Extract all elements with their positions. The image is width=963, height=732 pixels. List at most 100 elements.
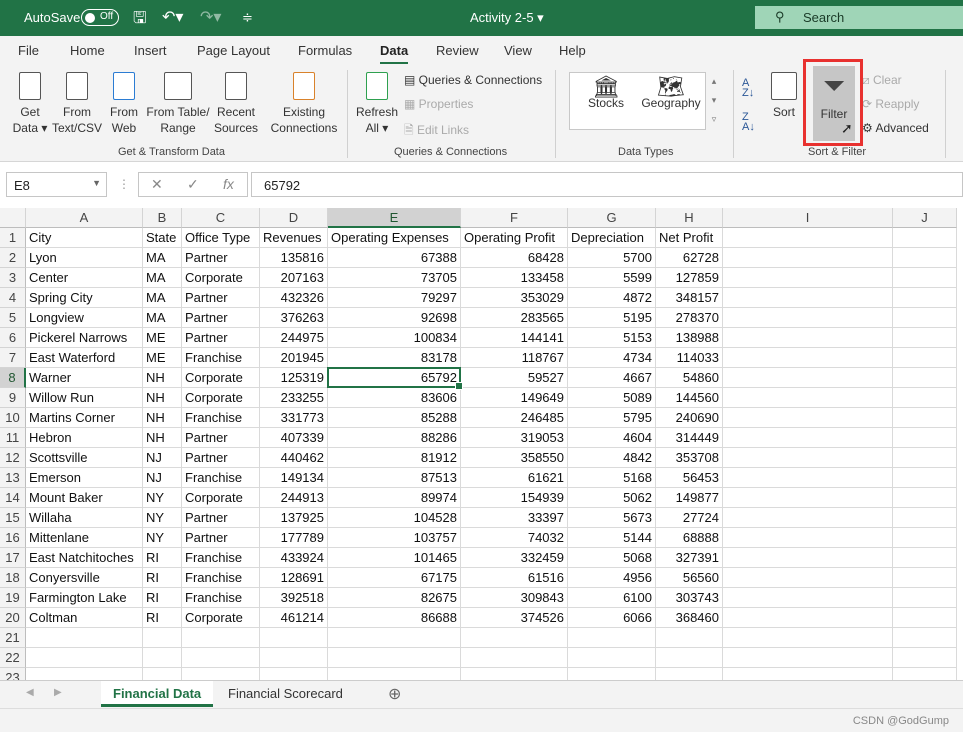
cell[interactable]: 319053 [461, 428, 568, 448]
cell[interactable]: 61516 [461, 568, 568, 588]
cell[interactable] [656, 668, 723, 680]
cell[interactable]: Franchise [182, 468, 260, 488]
cell[interactable] [723, 228, 893, 248]
cell[interactable]: 100834 [328, 328, 461, 348]
row-header-3[interactable]: 3 [0, 268, 26, 288]
row-header-4[interactable]: 4 [0, 288, 26, 308]
cell[interactable]: 65792 [328, 368, 461, 388]
cell[interactable]: 149649 [461, 388, 568, 408]
from-web-button[interactable]: From Web [104, 72, 144, 136]
cell[interactable] [723, 368, 893, 388]
cell[interactable]: 4956 [568, 568, 656, 588]
tab-view[interactable]: View [504, 43, 532, 58]
cell[interactable]: NH [143, 408, 182, 428]
cell[interactable]: Franchise [182, 568, 260, 588]
cell[interactable]: 114033 [656, 348, 723, 368]
cell[interactable]: 309843 [461, 588, 568, 608]
cell[interactable]: 135816 [260, 248, 328, 268]
cell[interactable] [461, 628, 568, 648]
tab-file[interactable]: File [18, 43, 39, 58]
cell[interactable]: MA [143, 288, 182, 308]
cell[interactable]: Franchise [182, 548, 260, 568]
column-header-J[interactable]: J [893, 208, 957, 228]
cell[interactable]: Franchise [182, 348, 260, 368]
cell[interactable]: NY [143, 488, 182, 508]
cell[interactable] [893, 588, 957, 608]
cell[interactable] [893, 448, 957, 468]
cell[interactable]: ME [143, 328, 182, 348]
cell[interactable]: 407339 [260, 428, 328, 448]
row-header-20[interactable]: 20 [0, 608, 26, 628]
cell[interactable] [723, 448, 893, 468]
cell[interactable]: 85288 [328, 408, 461, 428]
cell[interactable]: Corporate [182, 368, 260, 388]
row-header-1[interactable]: 1 [0, 228, 26, 248]
cell[interactable] [461, 648, 568, 668]
cell[interactable]: 6066 [568, 608, 656, 628]
cell[interactable]: 177789 [260, 528, 328, 548]
cell[interactable]: Center [26, 268, 143, 288]
cell[interactable]: 392518 [260, 588, 328, 608]
cell[interactable]: Mittenlane [26, 528, 143, 548]
cell[interactable]: Spring City [26, 288, 143, 308]
cell[interactable]: 118767 [461, 348, 568, 368]
cell[interactable]: 83606 [328, 388, 461, 408]
cell[interactable]: Farmington Lake [26, 588, 143, 608]
cell[interactable]: NH [143, 388, 182, 408]
cell[interactable]: 144560 [656, 388, 723, 408]
select-all-corner[interactable] [0, 208, 26, 228]
cell[interactable]: East Natchitoches [26, 548, 143, 568]
cell[interactable] [260, 648, 328, 668]
cell[interactable]: Warner [26, 368, 143, 388]
cell[interactable]: NJ [143, 468, 182, 488]
cell[interactable] [893, 668, 957, 680]
row-header-15[interactable]: 15 [0, 508, 26, 528]
cell[interactable]: Partner [182, 248, 260, 268]
cell[interactable]: 68428 [461, 248, 568, 268]
cell[interactable] [893, 288, 957, 308]
row-header-16[interactable]: 16 [0, 528, 26, 548]
cell[interactable]: 4734 [568, 348, 656, 368]
cell[interactable]: RI [143, 608, 182, 628]
cell[interactable]: RI [143, 548, 182, 568]
cell[interactable]: NY [143, 528, 182, 548]
cell[interactable] [893, 268, 957, 288]
row-header-8[interactable]: 8 [0, 368, 26, 388]
tab-data[interactable]: Data [380, 43, 409, 65]
cell[interactable]: 67388 [328, 248, 461, 268]
cell[interactable]: 61621 [461, 468, 568, 488]
column-header-E[interactable]: E [328, 208, 461, 228]
cell[interactable] [893, 388, 957, 408]
header-cell[interactable]: Operating Profit [461, 228, 568, 248]
cell[interactable]: 433924 [260, 548, 328, 568]
cell[interactable] [893, 488, 957, 508]
cell[interactable]: Willow Run [26, 388, 143, 408]
cell[interactable]: 104528 [328, 508, 461, 528]
customize-toolbar-icon[interactable]: ≑ [242, 10, 253, 26]
tab-page-layout[interactable]: Page Layout [197, 43, 270, 58]
cell[interactable]: 86688 [328, 608, 461, 628]
cell[interactable]: 4604 [568, 428, 656, 448]
cell[interactable]: 4667 [568, 368, 656, 388]
name-box[interactable]: E8 ▼ [6, 172, 107, 197]
properties-button[interactable]: ▦ Properties [404, 97, 473, 111]
cell[interactable] [656, 648, 723, 668]
cell[interactable]: 92698 [328, 308, 461, 328]
cell[interactable]: 233255 [260, 388, 328, 408]
cell[interactable]: 101465 [328, 548, 461, 568]
insert-function-icon[interactable]: fx [223, 176, 234, 192]
tab-formulas[interactable]: Formulas [298, 43, 352, 58]
queries-connections-button[interactable]: ▤ Queries & Connections [404, 73, 542, 87]
cell[interactable]: 137925 [260, 508, 328, 528]
row-header-5[interactable]: 5 [0, 308, 26, 328]
header-cell[interactable]: Operating Expenses [328, 228, 461, 248]
cell[interactable]: Franchise [182, 588, 260, 608]
cell[interactable] [656, 628, 723, 648]
cell[interactable]: 125319 [260, 368, 328, 388]
cell[interactable]: 5153 [568, 328, 656, 348]
row-header-21[interactable]: 21 [0, 628, 26, 648]
cell[interactable] [723, 528, 893, 548]
cell[interactable]: 5068 [568, 548, 656, 568]
cell[interactable]: 128691 [260, 568, 328, 588]
row-header-13[interactable]: 13 [0, 468, 26, 488]
